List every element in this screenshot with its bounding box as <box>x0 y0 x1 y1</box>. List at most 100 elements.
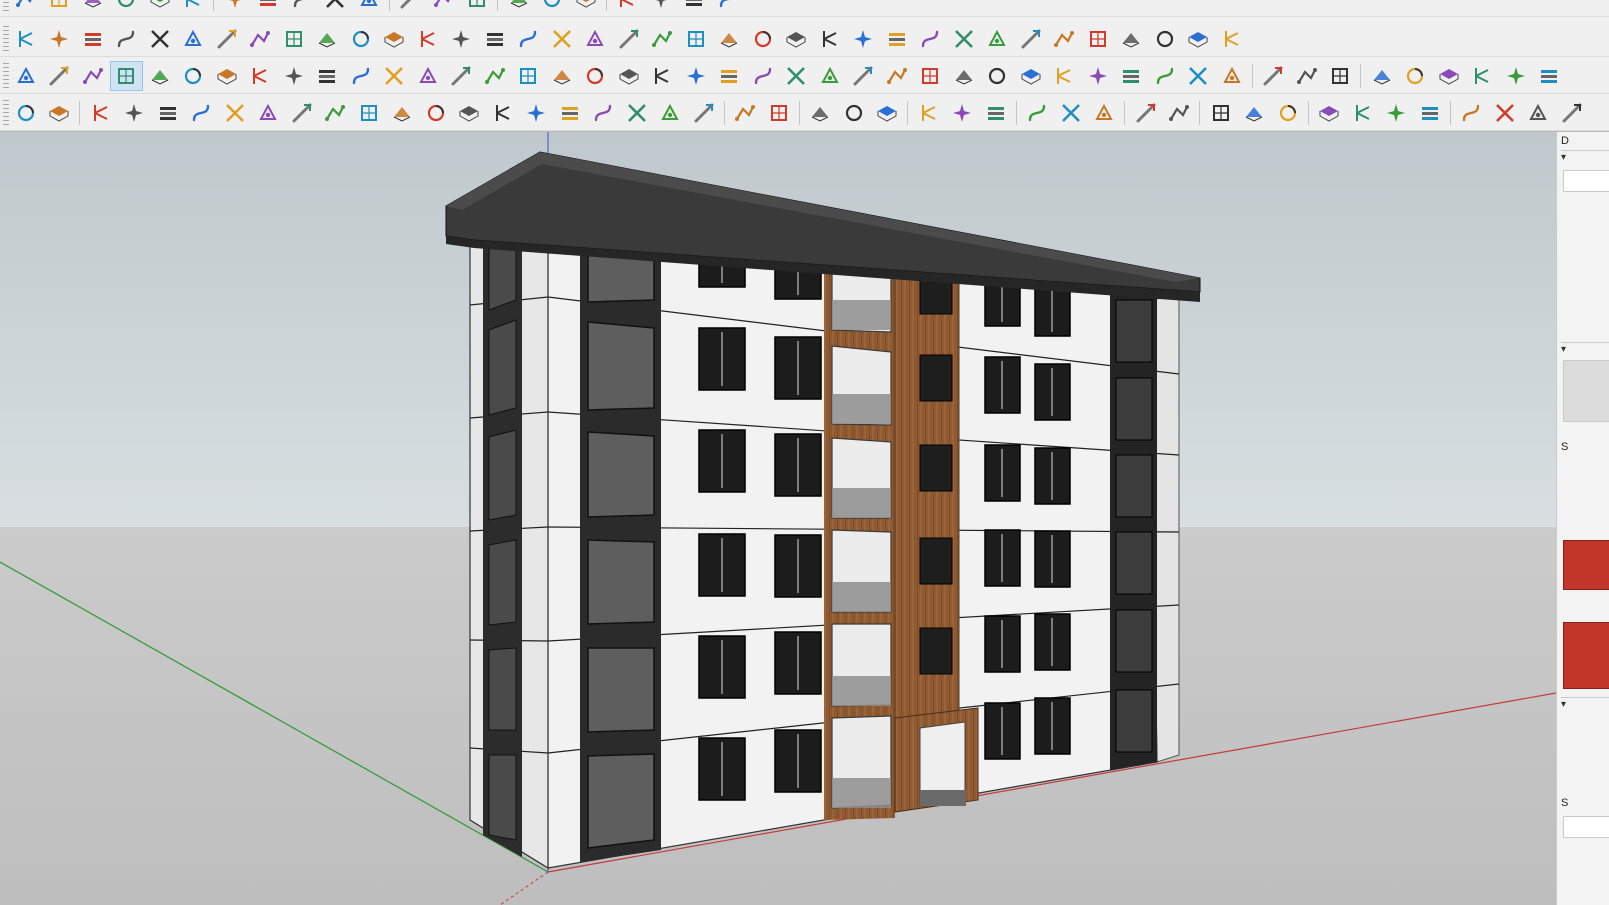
chamfer-icon[interactable] <box>311 24 345 54</box>
cone-icon[interactable] <box>545 61 579 91</box>
loft-icon[interactable] <box>210 24 244 54</box>
align-add-icon[interactable] <box>946 98 980 128</box>
corner-icon[interactable] <box>344 24 378 54</box>
modules-icon[interactable] <box>880 61 914 91</box>
wrench-icon[interactable] <box>620 98 654 128</box>
shell-icon[interactable] <box>244 24 278 54</box>
slice-icon[interactable] <box>478 24 512 54</box>
scale-down-icon[interactable] <box>871 98 905 128</box>
rotate-icon[interactable] <box>252 0 286 14</box>
puzzle-icon[interactable] <box>847 61 881 91</box>
pencil-icon[interactable] <box>43 0 77 14</box>
section-icon[interactable] <box>611 0 645 14</box>
blocks-icon[interactable] <box>947 61 981 91</box>
bolt-icon[interactable] <box>679 61 713 91</box>
array-icon[interactable] <box>713 24 747 54</box>
split-line-icon[interactable] <box>218 98 252 128</box>
arc-2pt-icon[interactable] <box>252 98 286 128</box>
zigzag-line-icon[interactable] <box>118 98 152 128</box>
list-icon[interactable] <box>244 61 278 91</box>
grid-cross-icon[interactable] <box>1204 98 1238 128</box>
flag-icon[interactable] <box>277 61 311 91</box>
cubes-icon[interactable] <box>914 61 948 91</box>
house-icon[interactable] <box>1432 61 1466 91</box>
drape-icon[interactable] <box>762 98 796 128</box>
tray-tab-2[interactable]: S <box>1561 440 1609 454</box>
model-viewport[interactable] <box>0 132 1556 905</box>
move-icon[interactable] <box>218 0 252 14</box>
fence-icon[interactable] <box>1048 24 1082 54</box>
qr-icon[interactable] <box>1257 61 1291 91</box>
trim-icon[interactable] <box>76 24 110 54</box>
s-curve-icon[interactable] <box>185 98 219 128</box>
freehand-icon[interactable] <box>419 98 453 128</box>
frame-icon[interactable] <box>1129 98 1163 128</box>
tray-tab-1[interactable]: D <box>1561 134 1609 148</box>
style-icon[interactable] <box>644 0 678 14</box>
layout-icon[interactable] <box>1081 61 1115 91</box>
tile-grid-icon[interactable] <box>1380 98 1414 128</box>
polygon-icon[interactable] <box>319 98 353 128</box>
model-canvas[interactable] <box>0 132 1556 905</box>
tray-collapse-arrow-2[interactable]: ▾ <box>1561 342 1609 357</box>
scene-icon[interactable] <box>678 0 712 14</box>
select-icon[interactable] <box>804 98 838 128</box>
loop-icon[interactable] <box>1365 61 1399 91</box>
arc-open-icon[interactable] <box>520 98 554 128</box>
align-h-icon[interactable] <box>912 98 946 128</box>
stamp-icon[interactable] <box>981 61 1015 91</box>
tray-color-swatch-2[interactable] <box>1563 622 1609 689</box>
dash-remove-icon[interactable] <box>1088 98 1122 128</box>
orbit-icon[interactable] <box>177 0 211 14</box>
fillet-icon[interactable] <box>43 24 77 54</box>
square-icon[interactable] <box>210 61 244 91</box>
offset-icon[interactable] <box>110 24 144 54</box>
copy-icon[interactable] <box>1488 98 1522 128</box>
dash-line-icon[interactable] <box>1021 98 1055 128</box>
tray-color-swatch-1[interactable] <box>1563 540 1609 590</box>
protractor-icon[interactable] <box>352 0 386 14</box>
spiral-circle-icon[interactable] <box>352 98 386 128</box>
cross-icon[interactable] <box>445 61 479 91</box>
arc-right-icon[interactable] <box>486 98 520 128</box>
pyramid-icon[interactable] <box>1399 61 1433 91</box>
sweep-icon[interactable] <box>177 24 211 54</box>
network-icon[interactable] <box>43 98 77 128</box>
balance-icon[interactable] <box>1533 61 1567 91</box>
dots-circle-icon[interactable] <box>1215 61 1249 91</box>
rect-icon[interactable] <box>285 98 319 128</box>
wedge-icon[interactable] <box>1466 61 1500 91</box>
grid-pattern-icon[interactable] <box>1014 61 1048 91</box>
section-plane-icon[interactable] <box>109 60 143 91</box>
knife-icon[interactable] <box>1290 61 1324 91</box>
wall-icon[interactable] <box>1115 24 1149 54</box>
anchor-icon[interactable] <box>746 61 780 91</box>
unfold-icon[interactable] <box>445 24 479 54</box>
bezier-icon[interactable] <box>553 98 587 128</box>
dome-icon[interactable] <box>1413 98 1447 128</box>
align-remove-icon[interactable] <box>979 98 1013 128</box>
mirror-icon[interactable] <box>679 24 713 54</box>
lightning-icon[interactable] <box>1499 61 1533 91</box>
wave-icon[interactable] <box>151 98 185 128</box>
hip-roof-icon[interactable] <box>947 24 981 54</box>
plane-icon[interactable] <box>9 61 43 91</box>
polyline-icon[interactable] <box>411 61 445 91</box>
layers-icon[interactable] <box>461 0 495 14</box>
ring-icon[interactable] <box>713 61 747 91</box>
grid-frame-icon[interactable] <box>1163 98 1197 128</box>
arc-3pt-icon[interactable] <box>386 98 420 128</box>
hand-icon[interactable] <box>612 24 646 54</box>
tray-field-2[interactable] <box>1563 816 1609 838</box>
tape-icon[interactable] <box>319 0 353 14</box>
stack-layer-icon[interactable] <box>729 98 763 128</box>
flatten-icon[interactable] <box>411 24 445 54</box>
window-grid-icon[interactable] <box>1313 98 1347 128</box>
weave-icon[interactable] <box>1081 24 1115 54</box>
tray-tab-3[interactable]: S <box>1561 796 1609 810</box>
zigzag-icon[interactable] <box>813 24 847 54</box>
duplicate-icon[interactable] <box>1215 24 1249 54</box>
apartment-building-model[interactable] <box>445 151 1201 870</box>
bucket-icon[interactable] <box>780 61 814 91</box>
gear-icon[interactable] <box>1555 98 1589 128</box>
